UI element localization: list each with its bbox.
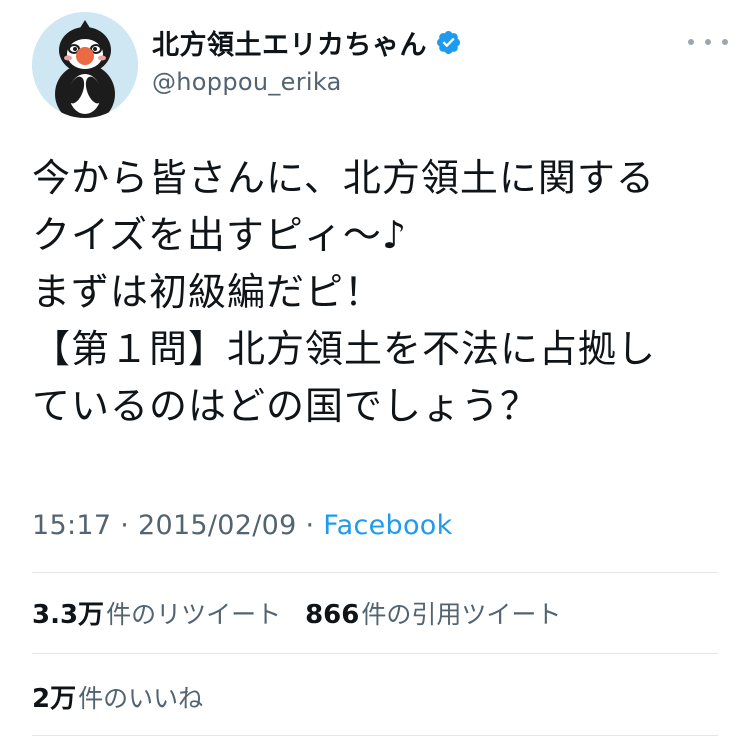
retweet-label: 件のリツイート [106, 600, 282, 629]
retweets-stat[interactable]: 3.3万 件のリツイート [32, 594, 281, 631]
like-label: 件のいいね [78, 684, 204, 713]
display-name-row: 北方領土エリカちゃん [152, 22, 462, 62]
meta-separator: · [120, 510, 130, 541]
engagement-row: 3.3万 件のリツイート 866 件の引用ツイート [32, 594, 585, 631]
likes-row: 2万 件のいいね [32, 678, 227, 715]
tweet-time[interactable]: 15:17 [32, 510, 111, 541]
more-options-button[interactable] [688, 30, 728, 54]
tweet-date[interactable]: 2015/02/09 [138, 510, 297, 541]
handle[interactable]: @hoppou_erika [152, 68, 462, 96]
more-dot-icon [722, 39, 728, 45]
more-dot-icon [688, 39, 694, 45]
tweet-text: 今から皆さんに、北方領土に関する クイズを出すピィ〜♪ まずは初級編だピ！ 【第… [32, 156, 657, 428]
divider [32, 572, 718, 573]
display-name[interactable]: 北方領土エリカちゃん [152, 23, 427, 62]
divider [32, 653, 718, 654]
avatar[interactable] [32, 12, 138, 118]
verified-badge-icon [436, 30, 461, 54]
quote-count: 866 [305, 600, 360, 630]
more-dot-icon [705, 39, 711, 45]
meta-separator: · [305, 510, 315, 541]
quote-label: 件の引用ツイート [361, 600, 562, 629]
tweet-meta: 15:17 · 2015/02/09 · Facebook [32, 510, 453, 541]
quote-tweets-stat[interactable]: 866 件の引用ツイート [305, 595, 561, 631]
like-count: 2万 [32, 684, 77, 714]
likes-stat[interactable]: 2万 件のいいね [32, 678, 203, 715]
author-info: 北方領土エリカちゃん @hoppou_erika [152, 22, 462, 96]
penguin-avatar-icon [32, 12, 138, 118]
retweet-count: 3.3万 [32, 600, 105, 630]
tweet-source-link[interactable]: Facebook [323, 510, 452, 541]
tweet-detail: 北方領土エリカちゃん @hoppou_erika 今から皆さんに、北方領土に関す… [0, 0, 750, 736]
